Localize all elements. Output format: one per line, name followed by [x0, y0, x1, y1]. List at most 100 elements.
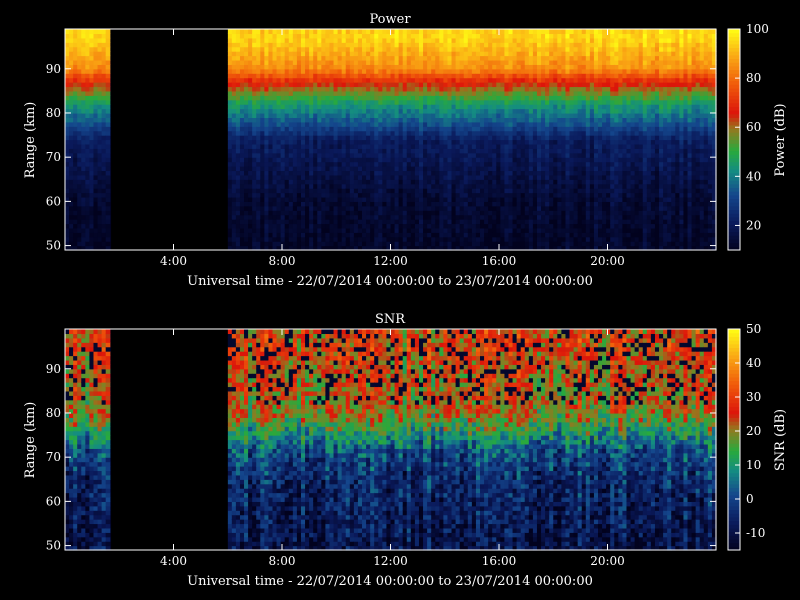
heatmap-cell	[525, 223, 530, 228]
heatmap-cell	[565, 219, 570, 224]
heatmap-cell	[65, 113, 70, 118]
heatmap-cell	[472, 42, 477, 47]
heatmap-cell	[281, 175, 286, 180]
heatmap-cell	[366, 95, 371, 100]
heatmap-cell	[508, 60, 513, 65]
heatmap-cell	[329, 33, 334, 38]
heatmap-cell	[248, 219, 253, 224]
heatmap-cell	[443, 100, 448, 105]
heatmap-cell	[578, 162, 583, 167]
heatmap-cell	[240, 193, 245, 198]
heatmap-cell	[435, 184, 440, 189]
heatmap-cell	[403, 166, 408, 171]
heatmap-cell	[561, 100, 566, 105]
heatmap-cell	[301, 157, 306, 162]
heatmap-cell	[586, 109, 591, 114]
heatmap-cell	[460, 219, 465, 224]
heatmap-cell	[98, 188, 103, 193]
heatmap-cell	[460, 51, 465, 56]
heatmap-cell	[69, 82, 74, 87]
heatmap-cell	[268, 175, 273, 180]
heatmap-cell	[338, 219, 343, 224]
heatmap-cell	[431, 56, 436, 61]
heatmap-cell	[362, 148, 367, 153]
heatmap-cell	[492, 215, 497, 220]
heatmap-cell	[578, 241, 583, 246]
heatmap-cell	[309, 122, 314, 127]
heatmap-cell	[403, 104, 408, 109]
heatmap-cell	[350, 166, 355, 171]
heatmap-cell	[285, 29, 290, 34]
heatmap-cell	[549, 237, 554, 242]
heatmap-cell	[460, 241, 465, 246]
heatmap-cell	[415, 153, 420, 158]
heatmap-cell	[545, 91, 550, 96]
heatmap-cell	[472, 188, 477, 193]
heatmap-cell	[81, 179, 86, 184]
heatmap-cell	[334, 69, 339, 74]
heatmap-cell	[362, 42, 367, 47]
heatmap-cell	[106, 197, 111, 202]
heatmap-cell	[374, 95, 379, 100]
heatmap-cell	[362, 33, 367, 38]
heatmap-cell	[248, 33, 253, 38]
heatmap-cell	[517, 188, 522, 193]
heatmap-cell	[570, 140, 575, 145]
heatmap-cell	[439, 113, 444, 118]
heatmap-cell	[496, 126, 501, 131]
heatmap-cell	[89, 175, 94, 180]
heatmap-cell	[529, 47, 534, 52]
heatmap-cell	[574, 109, 579, 114]
heatmap-cell	[561, 184, 566, 189]
heatmap-cell	[325, 104, 330, 109]
heatmap-cell	[273, 228, 278, 233]
heatmap-cell	[525, 193, 530, 198]
heatmap-cell	[236, 78, 241, 83]
heatmap-cell	[89, 126, 94, 131]
heatmap-cell	[342, 42, 347, 47]
heatmap-cell	[370, 201, 375, 206]
heatmap-cell	[350, 232, 355, 237]
heatmap-cell	[281, 69, 286, 74]
heatmap-cell	[561, 219, 566, 224]
heatmap-cell	[557, 144, 562, 149]
heatmap-cell	[513, 122, 518, 127]
heatmap-cell	[500, 60, 505, 65]
heatmap-cell	[93, 232, 98, 237]
heatmap-cell	[541, 175, 546, 180]
heatmap-cell	[89, 140, 94, 145]
heatmap-cell	[281, 197, 286, 202]
heatmap-cell	[334, 144, 339, 149]
heatmap-cell	[106, 64, 111, 69]
heatmap-cell	[508, 100, 513, 105]
heatmap-cell	[293, 78, 298, 83]
heatmap-cell	[89, 148, 94, 153]
heatmap-cell	[85, 166, 90, 171]
heatmap-cell	[73, 29, 78, 34]
heatmap-cell	[411, 42, 416, 47]
heatmap-cell	[93, 95, 98, 100]
heatmap-cell	[297, 95, 302, 100]
heatmap-cell	[460, 179, 465, 184]
heatmap-cell	[325, 47, 330, 52]
heatmap-cell	[248, 201, 253, 206]
heatmap-cell	[533, 95, 538, 100]
heatmap-cell	[525, 56, 530, 61]
heatmap-cell	[411, 144, 416, 149]
heatmap-cell	[289, 215, 294, 220]
heatmap-cell	[492, 223, 497, 228]
heatmap-cell	[508, 47, 513, 52]
heatmap-cell	[382, 162, 387, 167]
heatmap-cell	[362, 241, 367, 246]
heatmap-cell	[264, 117, 269, 122]
heatmap-cell	[289, 113, 294, 118]
heatmap-cell	[447, 100, 452, 105]
heatmap-cell	[403, 170, 408, 175]
heatmap-cell	[492, 219, 497, 224]
heatmap-cell	[447, 60, 452, 65]
heatmap-cell	[268, 82, 273, 87]
heatmap-cell	[578, 210, 583, 215]
heatmap-cell	[492, 157, 497, 162]
heatmap-cell	[529, 117, 534, 122]
heatmap-cell	[297, 153, 302, 158]
